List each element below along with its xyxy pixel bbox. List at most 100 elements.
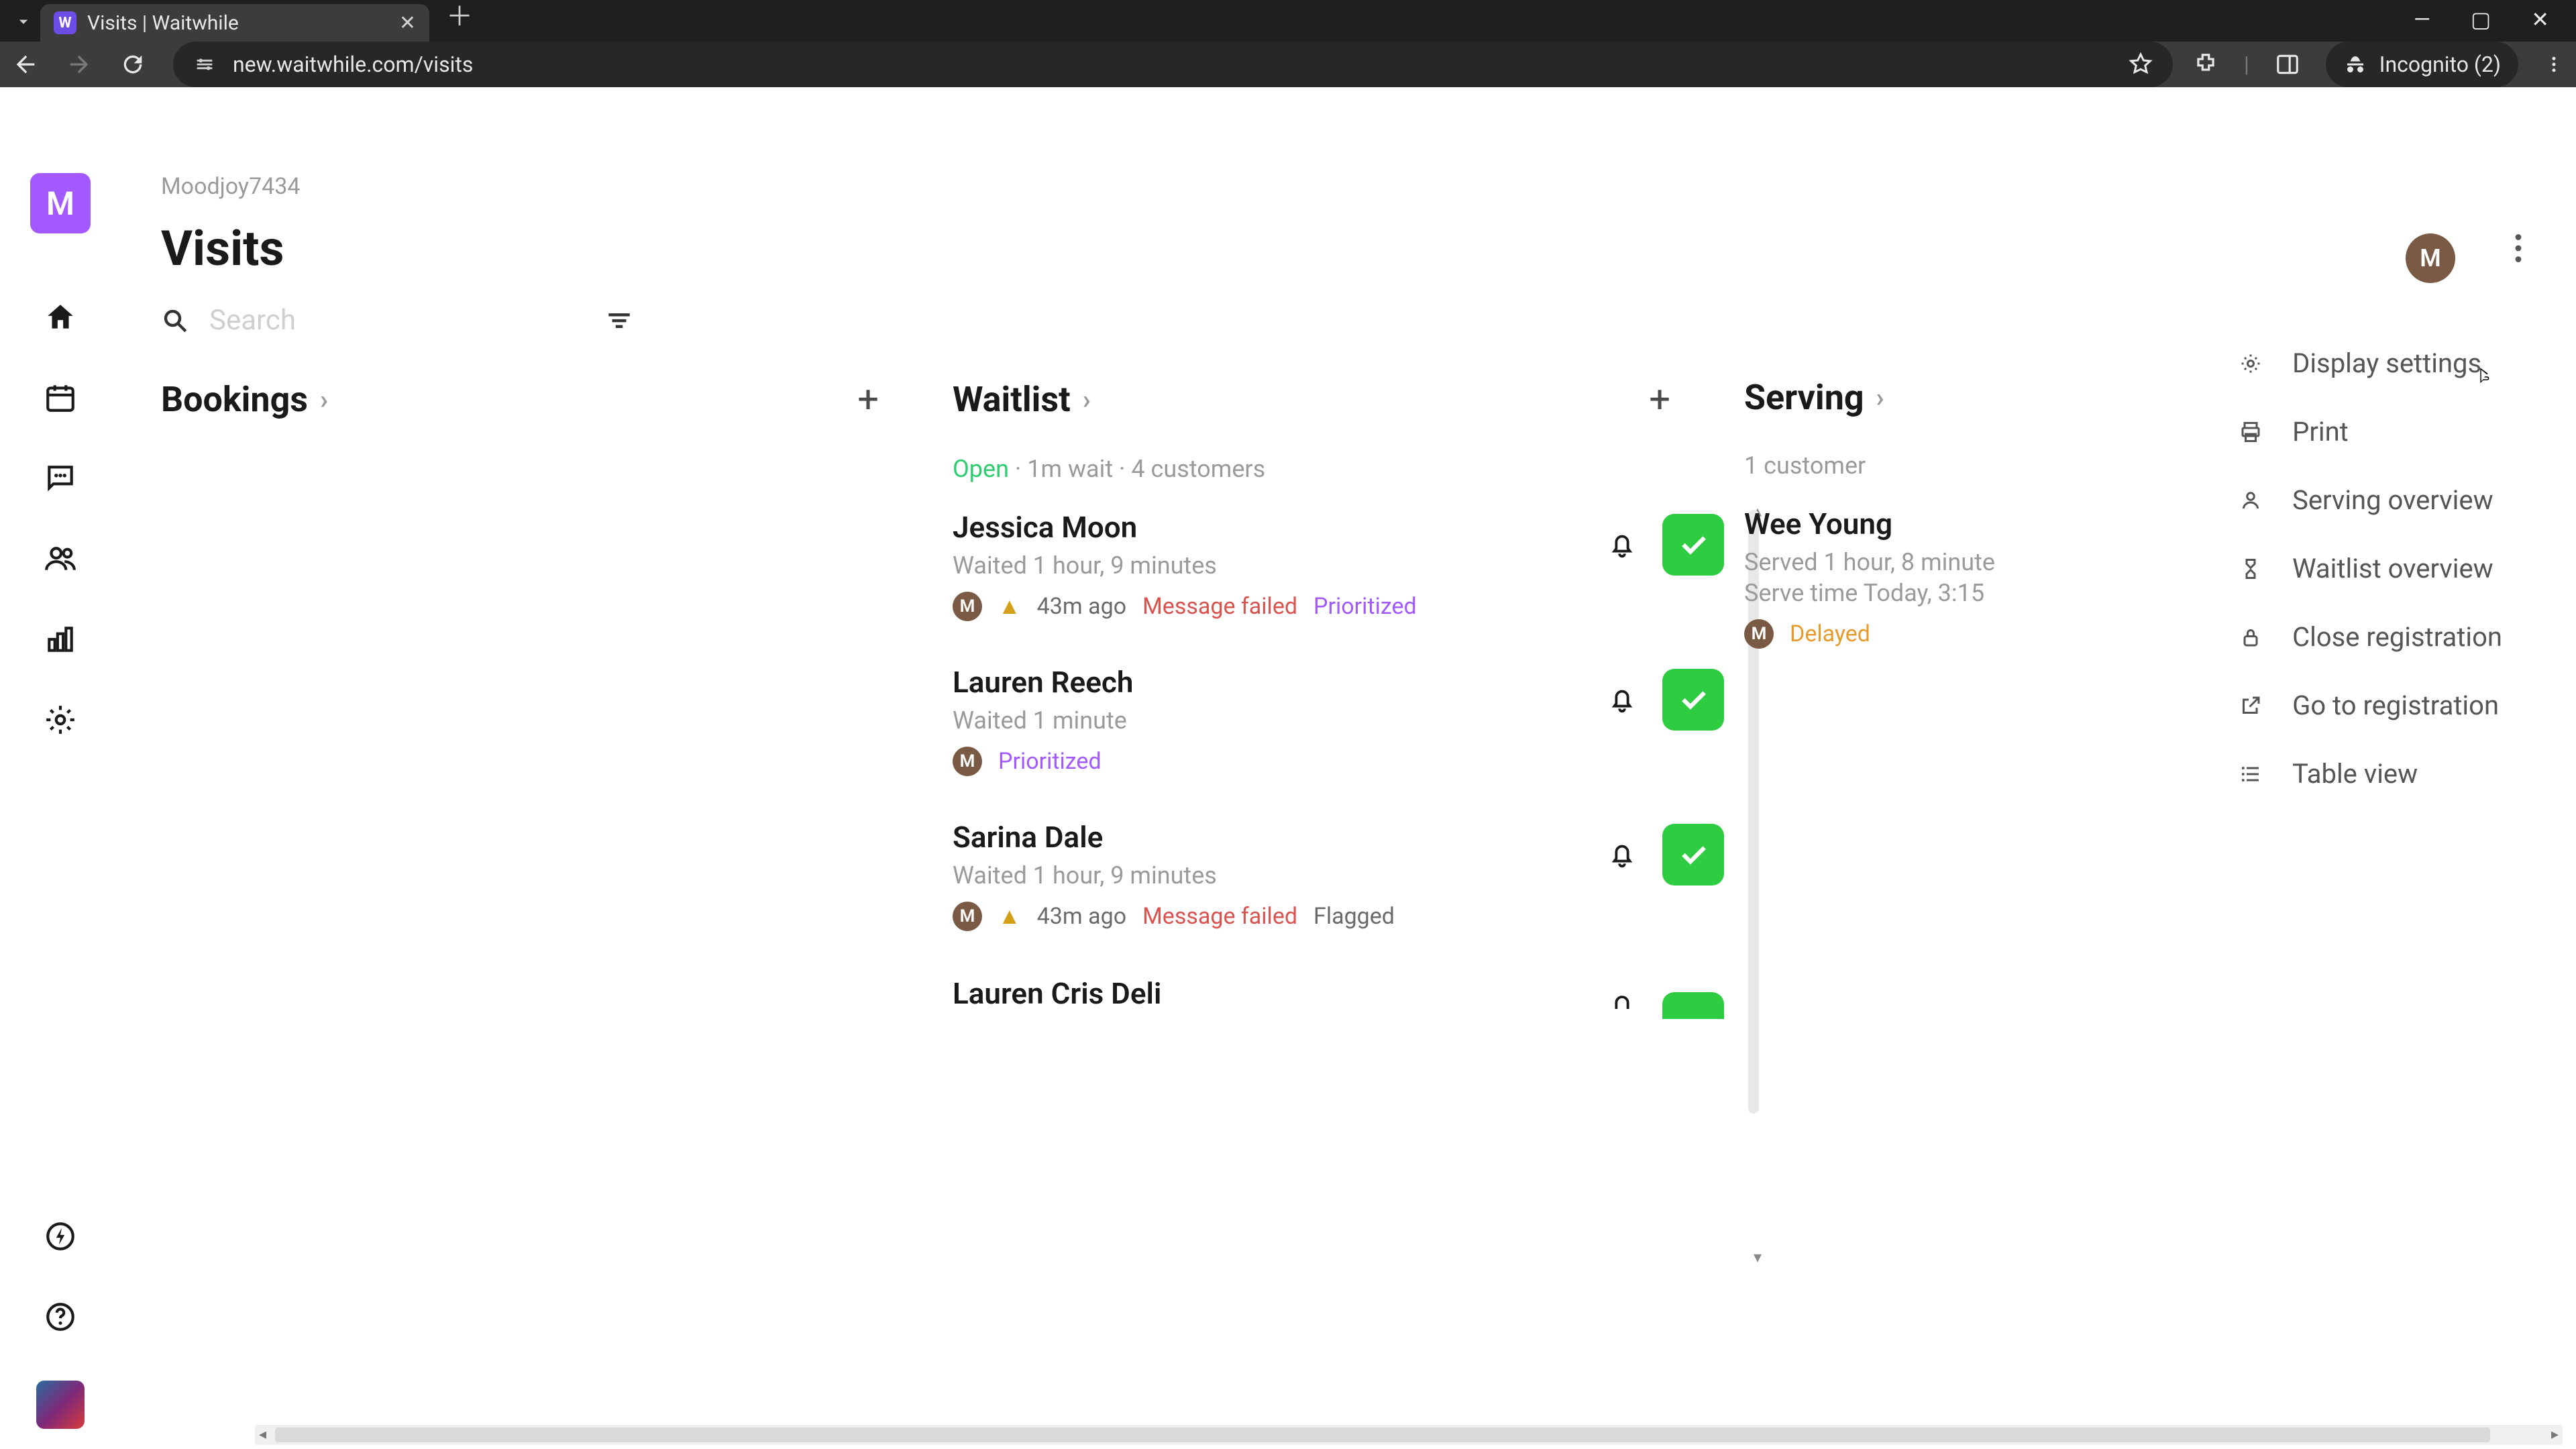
waitlist-card[interactable]: Lauren Reech Waited 1 minute M Prioritiz…	[953, 665, 1724, 776]
notify-button[interactable]	[1602, 835, 1642, 875]
browser-chrome: W Visits | Waitwhile ✕ ＋ ― ▢ ✕ new.waitw…	[0, 0, 2576, 79]
reload-button[interactable]	[119, 51, 153, 78]
waitlist-card[interactable]: Sarina Dale Waited 1 hour, 9 minutes M ▲…	[953, 820, 1724, 931]
serve-button[interactable]	[1662, 669, 1724, 731]
serve-button[interactable]	[1662, 824, 1724, 885]
user-avatar[interactable]: M	[2406, 233, 2455, 283]
hourglass-icon	[2239, 557, 2265, 581]
waitlist-status: Open · 1m wait · 4 customers	[953, 455, 1744, 483]
filter-icon[interactable]	[605, 307, 633, 335]
menu-table-view[interactable]: Table view	[2239, 758, 2502, 790]
chevron-right-icon: ›	[1083, 384, 1091, 415]
column-waitlist-header[interactable]: Waitlist › +	[953, 377, 1744, 421]
waitlist-card[interactable]: Jessica Moon Waited 1 hour, 9 minutes M …	[953, 510, 1724, 621]
incognito-icon	[2343, 52, 2367, 76]
breadcrumb[interactable]: Moodjoy7434	[161, 173, 2576, 200]
site-settings-icon[interactable]	[193, 53, 216, 76]
tab-title: Visits | Waitwhile	[87, 11, 388, 35]
message-failed-tag: Message failed	[1142, 903, 1297, 930]
profile-thumbnail[interactable]	[36, 1381, 85, 1429]
assignee-badge: M	[1744, 619, 1774, 649]
chevron-right-icon: ›	[1876, 382, 1884, 413]
menu-label: Go to registration	[2292, 690, 2499, 721]
scrollbar-thumb[interactable]	[275, 1428, 2490, 1442]
arrow-right-icon	[66, 51, 93, 78]
gear-icon	[2239, 352, 2265, 376]
warning-icon: ▲	[998, 593, 1021, 620]
incognito-badge[interactable]: Incognito (2)	[2326, 42, 2518, 87]
scroll-down-icon[interactable]: ▾	[1754, 1248, 1762, 1267]
nav-analytics-icon[interactable]	[44, 623, 77, 656]
nav-home-icon[interactable]	[44, 301, 77, 334]
nav-messages-icon[interactable]	[44, 462, 77, 495]
menu-print[interactable]: Print	[2239, 416, 2502, 447]
prioritized-tag: Prioritized	[1313, 593, 1417, 620]
minimize-icon[interactable]: ―	[2414, 7, 2430, 32]
serve-button[interactable]	[1662, 514, 1724, 576]
notify-button[interactable]	[1602, 525, 1642, 565]
sidepanel-icon[interactable]	[2275, 52, 2300, 77]
time-ago: 43m ago	[1037, 593, 1126, 620]
external-link-icon	[2239, 694, 2265, 718]
new-tab-button[interactable]: ＋	[446, 0, 473, 34]
menu-close-registration[interactable]: Close registration	[2239, 621, 2502, 653]
nav-help-icon[interactable]	[44, 1300, 77, 1334]
search-icon[interactable]	[161, 307, 189, 335]
warning-icon: ▲	[998, 903, 1021, 930]
menu-label: Print	[2292, 416, 2349, 447]
back-button[interactable]	[12, 51, 46, 78]
menu-label: Display settings	[2292, 347, 2481, 379]
scroll-right-icon[interactable]: ▸	[2551, 1426, 2559, 1443]
menu-serving-overview[interactable]: Serving overview	[2239, 484, 2502, 516]
menu-waitlist-overview[interactable]: Waitlist overview	[2239, 553, 2502, 584]
flagged-tag: Flagged	[1313, 903, 1395, 930]
page-menu-button[interactable]	[2514, 233, 2522, 263]
search-row	[161, 304, 2576, 337]
bookmark-icon[interactable]	[2129, 52, 2153, 76]
tab-bar: W Visits | Waitwhile ✕ ＋ ― ▢ ✕	[0, 0, 2576, 42]
serve-button[interactable]	[1662, 992, 1724, 1019]
column-bookings-header[interactable]: Bookings › +	[161, 377, 953, 421]
forward-button[interactable]	[66, 51, 99, 78]
assignee-badge: M	[953, 747, 982, 776]
add-waitlist-button[interactable]: +	[1649, 377, 1670, 421]
tab-close-icon[interactable]: ✕	[399, 11, 416, 35]
workspace-badge[interactable]: M	[30, 173, 91, 233]
toolbar-right: | Incognito (2)	[2193, 42, 2564, 87]
left-nav: M	[0, 153, 121, 1449]
window-controls: ― ▢ ✕	[2414, 1, 2576, 38]
assignee-badge: M	[953, 592, 982, 621]
close-window-icon[interactable]: ✕	[2531, 7, 2549, 32]
nav-settings-icon[interactable]	[44, 703, 77, 737]
prioritized-tag: Prioritized	[998, 748, 1102, 775]
app-root: M Moodjoy7434 Visits M	[0, 153, 2576, 1449]
column-waitlist-title: Waitlist	[953, 379, 1071, 420]
chevron-right-icon: ›	[320, 384, 328, 415]
nav-people-icon[interactable]	[44, 542, 77, 576]
search-input[interactable]	[209, 304, 545, 337]
browser-tab[interactable]: W Visits | Waitwhile ✕	[40, 4, 429, 42]
page-title: Visits	[161, 220, 2576, 277]
column-bookings-title: Bookings	[161, 379, 308, 420]
main-area: Moodjoy7434 Visits M Bookings › +	[121, 153, 2576, 1449]
nav-calendar-icon[interactable]	[44, 381, 77, 415]
maximize-icon[interactable]: ▢	[2471, 7, 2491, 32]
scroll-left-icon[interactable]: ◂	[259, 1426, 266, 1443]
address-bar[interactable]: new.waitwhile.com/visits	[173, 42, 2173, 87]
menu-display-settings[interactable]: Display settings	[2239, 347, 2502, 379]
waitlist-card[interactable]: Lauren Cris Deli	[953, 975, 1724, 1019]
lock-icon	[2239, 625, 2265, 649]
page-menu: Display settings Print Serving overview …	[2218, 341, 2522, 796]
browser-menu-icon[interactable]	[2544, 54, 2564, 74]
tab-search-dropdown[interactable]	[7, 5, 40, 38]
notify-button[interactable]	[1602, 979, 1642, 1019]
menu-go-to-registration[interactable]: Go to registration	[2239, 690, 2502, 721]
customer-name: Lauren Reech	[953, 665, 1582, 700]
horizontal-scrollbar[interactable]: ◂ ▸	[255, 1425, 2563, 1445]
reload-icon	[119, 51, 146, 78]
extensions-icon[interactable]	[2193, 52, 2218, 77]
add-booking-button[interactable]: +	[857, 377, 879, 421]
notify-button[interactable]	[1602, 680, 1642, 720]
nav-power-icon[interactable]	[44, 1220, 77, 1253]
waitlist-cards: ▴ ▾ Jessica Moon Waited 1 hour, 9 minute…	[953, 510, 1744, 1019]
